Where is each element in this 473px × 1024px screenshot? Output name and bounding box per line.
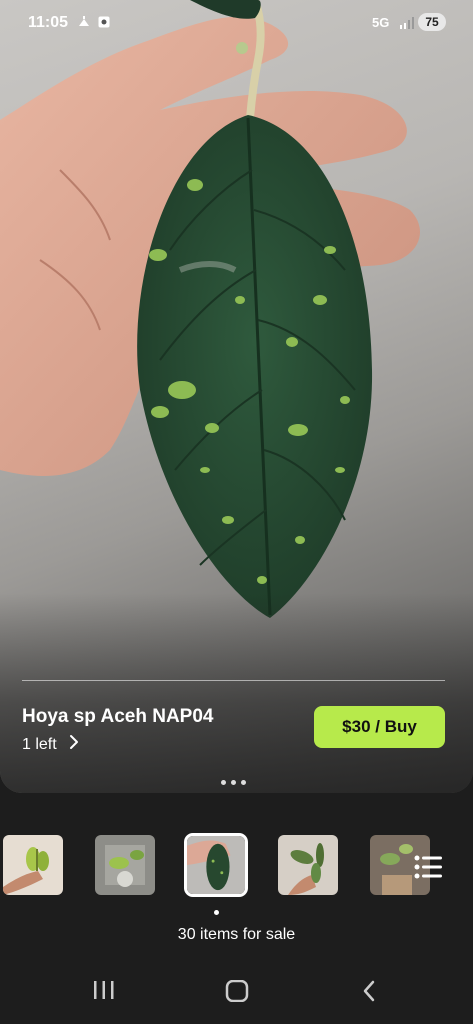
product-title: Hoya sp Aceh NAP04 bbox=[22, 706, 214, 727]
status-time: 11:05 bbox=[28, 14, 69, 31]
back-icon[interactable] bbox=[362, 980, 376, 1007]
photo-shade bbox=[0, 593, 473, 793]
selected-indicator bbox=[214, 910, 219, 915]
items-count: 30 items for sale bbox=[177, 926, 296, 943]
product-photo[interactable] bbox=[0, 0, 473, 793]
chevron-right-icon bbox=[69, 734, 79, 755]
home-icon[interactable] bbox=[225, 979, 249, 1007]
system-nav-bar bbox=[0, 962, 473, 1024]
stock-link[interactable]: 1 left bbox=[22, 734, 79, 755]
battery-icon: 75 bbox=[418, 13, 446, 31]
info-divider bbox=[22, 680, 445, 681]
stock-text: 1 left bbox=[22, 735, 57, 753]
list-view-icon[interactable] bbox=[414, 855, 444, 884]
photo-pagination-dots bbox=[221, 780, 246, 785]
weather-icon bbox=[78, 15, 90, 27]
thumbnail-strip[interactable] bbox=[0, 833, 473, 897]
buy-button[interactable]: $30 / Buy bbox=[314, 706, 445, 748]
network-label: 5G bbox=[372, 15, 390, 30]
status-bar: 11:05 5G 75 bbox=[0, 0, 473, 46]
notification-icon bbox=[98, 15, 110, 28]
recent-apps-icon[interactable] bbox=[93, 980, 115, 1005]
thumbnail[interactable] bbox=[3, 835, 63, 895]
thumbnail[interactable] bbox=[95, 835, 155, 895]
thumbnail[interactable] bbox=[278, 835, 338, 895]
signal-icon bbox=[400, 16, 414, 34]
thumbnail-selected[interactable] bbox=[184, 833, 248, 897]
